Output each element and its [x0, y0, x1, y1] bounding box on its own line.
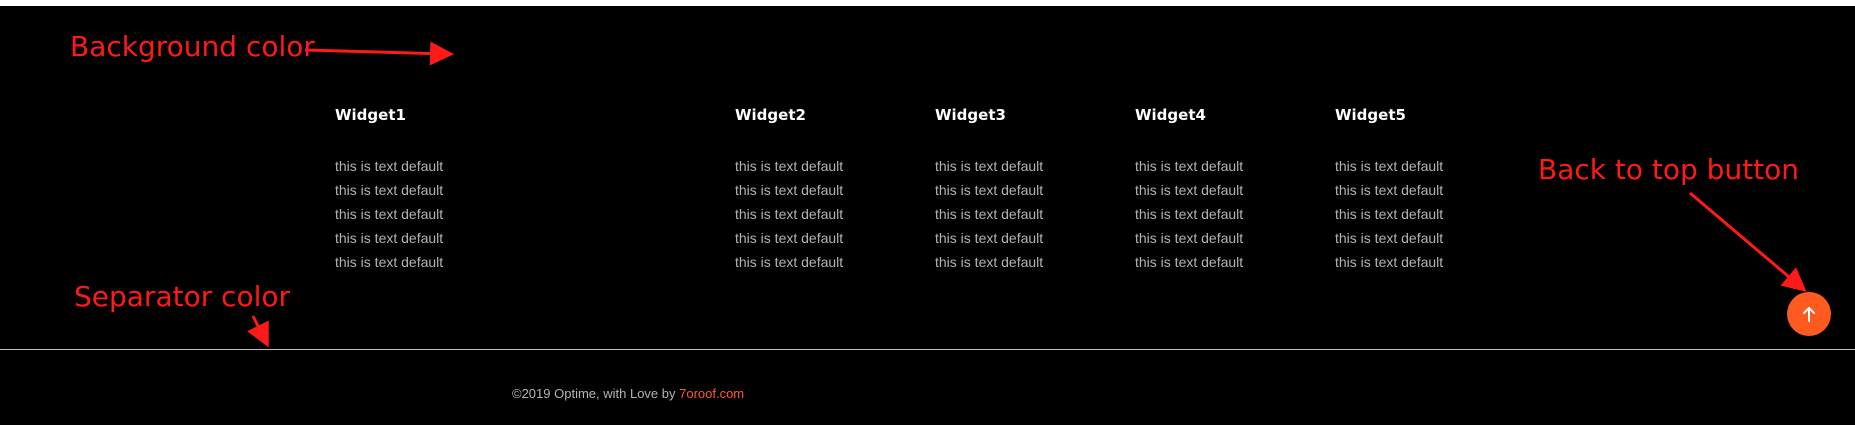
annotation-arrow	[304, 41, 454, 66]
annotation-arrow	[1689, 191, 1807, 292]
annotation-arrow	[247, 315, 269, 348]
annotation-arrows	[247, 41, 1807, 348]
